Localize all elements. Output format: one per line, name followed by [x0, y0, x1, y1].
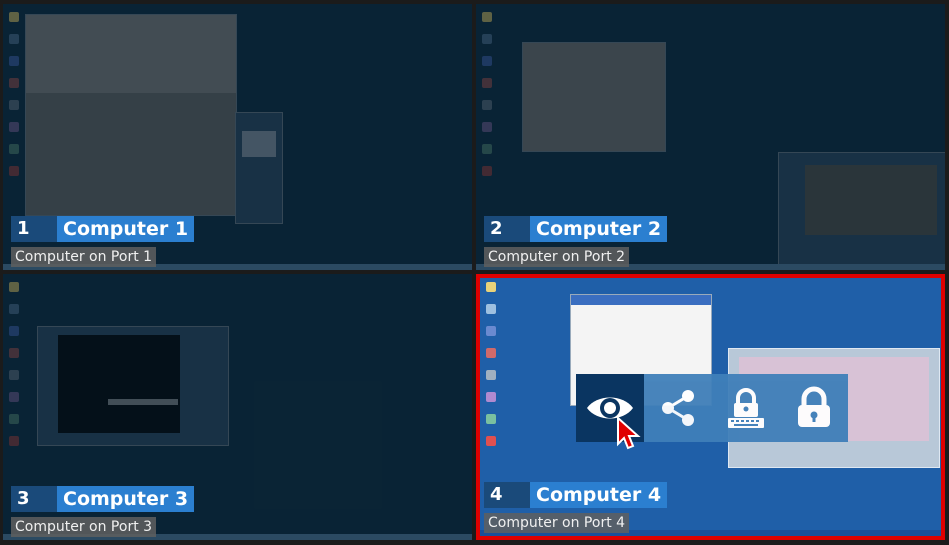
port-number: 3 [11, 486, 57, 512]
computer-icon [482, 34, 492, 44]
app-icon [482, 100, 492, 110]
port-label: 4 Computer 4 [484, 482, 668, 508]
share-button[interactable] [644, 374, 712, 442]
computer-name: Computer 3 [57, 486, 195, 512]
app-icon [486, 414, 496, 424]
app-window [522, 42, 666, 152]
network-icon [9, 326, 19, 336]
computer-name: Computer 2 [530, 216, 668, 242]
media-window [235, 112, 283, 224]
port-number: 1 [11, 216, 57, 242]
share-icon [662, 390, 694, 426]
media-thumbnail [242, 131, 276, 157]
console-text-area [26, 15, 236, 93]
computer-name: Computer 1 [57, 216, 195, 242]
computer-icon [486, 304, 496, 314]
folder-icon [486, 282, 496, 292]
lock-button[interactable] [780, 374, 848, 442]
app-icon [482, 122, 492, 132]
folder-icon [482, 12, 492, 22]
desktop-icons [482, 12, 496, 188]
computer-icon [9, 34, 19, 44]
quadrant-computer-3[interactable]: 3 Computer 3 Computer on Port 3 [3, 274, 472, 540]
port-description: Computer on Port 2 [484, 247, 630, 267]
app-icon [9, 144, 19, 154]
desktop-icons [9, 12, 23, 188]
port-label: 1 Computer 1 [11, 216, 195, 242]
media-window [37, 326, 229, 446]
folder-icon [9, 12, 19, 22]
app-icon [9, 392, 19, 402]
port-number: 4 [484, 482, 530, 508]
quadrant-computer-2[interactable]: 2 Computer 2 Computer on Port 2 [476, 4, 945, 270]
network-icon [486, 326, 496, 336]
folder-icon [9, 282, 19, 292]
video-frame [805, 165, 937, 235]
app-icon [9, 100, 19, 110]
app-icon [486, 370, 496, 380]
progress-bar [108, 399, 178, 405]
quadrant-computer-1[interactable]: 1 Computer 1 Computer on Port 1 [3, 4, 472, 270]
port-description: Computer on Port 3 [11, 517, 157, 537]
desktop-icons [9, 282, 23, 458]
app-icon [9, 436, 19, 446]
port-label: 2 Computer 2 [484, 216, 668, 242]
desktop-icons [486, 282, 500, 458]
port-number: 2 [484, 216, 530, 242]
keyboard-lock-icon [728, 388, 764, 428]
app-icon [9, 78, 19, 88]
kvm-quad-view: 1 Computer 1 Computer on Port 1 2 Comput… [0, 0, 949, 545]
network-icon [482, 56, 492, 66]
computer-name: Computer 4 [530, 482, 668, 508]
network-icon [9, 56, 19, 66]
app-icon [9, 370, 19, 380]
computer-icon [9, 304, 19, 314]
media-window [778, 152, 945, 266]
app-icon [486, 436, 496, 446]
app-icon [482, 144, 492, 154]
lock-icon [798, 386, 830, 427]
quadrant-computer-4-selected[interactable]: 4 Computer 4 Computer on Port 4 [476, 274, 945, 540]
app-icon [9, 348, 19, 358]
video-area [58, 335, 180, 433]
console-window [25, 14, 237, 216]
app-icon [482, 78, 492, 88]
window-titlebar [571, 295, 711, 305]
app-icon [486, 392, 496, 402]
app-icon [9, 414, 19, 424]
port-description: Computer on Port 4 [484, 513, 630, 533]
app-icon [9, 122, 19, 132]
port-description: Computer on Port 1 [11, 247, 157, 267]
app-icon [9, 166, 19, 176]
port-label: 3 Computer 3 [11, 486, 195, 512]
keyboard-lock-button[interactable] [712, 374, 780, 442]
mouse-cursor-icon [617, 416, 641, 450]
port-action-toolbar [576, 374, 848, 450]
app-icon [486, 348, 496, 358]
app-icon [482, 166, 492, 176]
